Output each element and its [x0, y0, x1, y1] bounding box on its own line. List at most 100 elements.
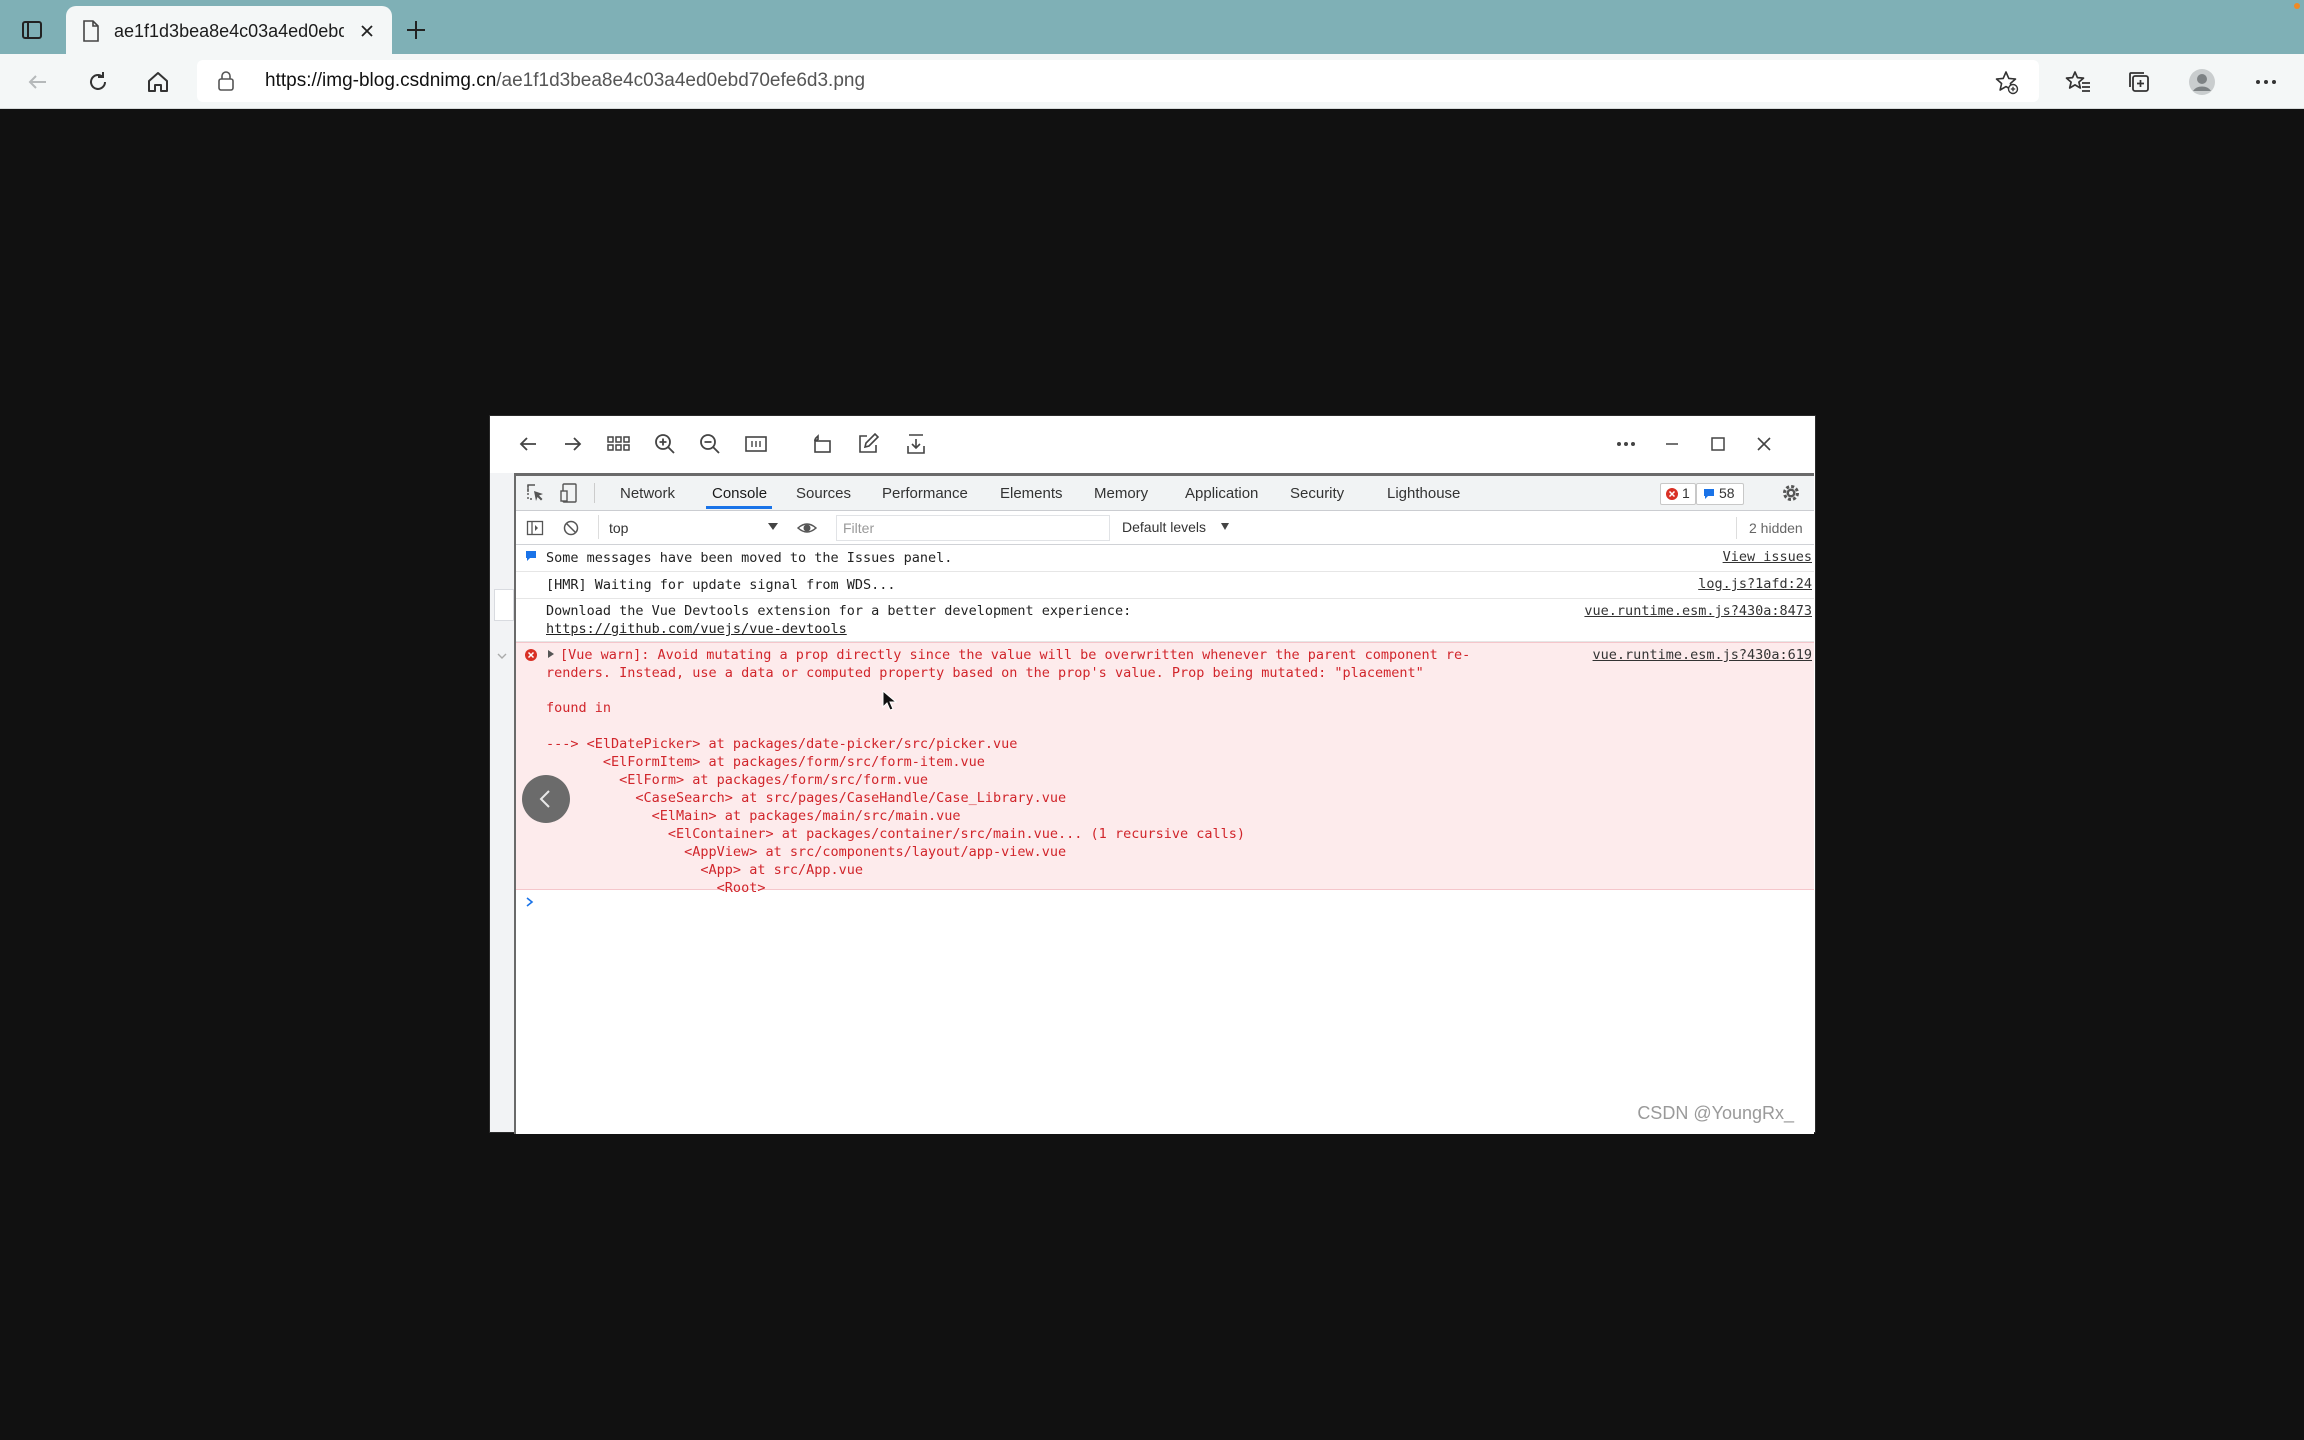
add-favorite-icon[interactable]: [1993, 69, 2019, 95]
viewer-more-icon[interactable]: [1614, 432, 1638, 456]
fit-to-window-icon[interactable]: [744, 432, 768, 456]
log-levels-dropdown[interactable]: Default levels: [1122, 515, 1242, 539]
tab-actions-icon[interactable]: [18, 16, 46, 44]
found-in-label: found in: [546, 700, 612, 716]
trace-line: <ElForm> at packages/form/src/form.vue: [546, 772, 929, 788]
mouse-cursor-icon: [882, 689, 898, 712]
url-text: https://img-blog.csdnimg.cn/ae1f1d3bea8e…: [265, 70, 865, 92]
live-expression-eye-icon[interactable]: [796, 518, 818, 538]
tab-elements[interactable]: Elements: [1000, 485, 1063, 502]
forward-arrow-icon[interactable]: [561, 432, 585, 456]
viewer-toolbar: [490, 416, 1815, 472]
error-count: 1: [1682, 485, 1690, 501]
rotate-icon[interactable]: [810, 432, 834, 456]
vue-devtools-link[interactable]: https://github.com/vuejs/vue-devtools: [546, 621, 847, 637]
view-issues-link[interactable]: View issues: [1723, 549, 1812, 565]
address-toolbar: https://img-blog.csdnimg.cn/ae1f1d3bea8e…: [0, 54, 2304, 109]
favorites-icon[interactable]: [2064, 68, 2092, 96]
device-toolbar-icon[interactable]: [560, 482, 580, 504]
context-selector[interactable]: top: [598, 515, 781, 539]
notification-dot: [2292, 0, 2302, 10]
browser-tab[interactable]: ae1f1d3bea8e4c03a4ed0ebd70efe6d3.png: [66, 6, 392, 58]
page-sliver: [490, 473, 514, 1132]
vue-devtools-message: Download the Vue Devtools extension for …: [516, 599, 1814, 642]
console-prompt[interactable]: [516, 889, 1814, 915]
issues-message: Some messages have been moved to the Iss…: [516, 545, 1814, 572]
warn-source-link[interactable]: vue.runtime.esm.js?430a:619: [1593, 647, 1812, 663]
save-download-icon[interactable]: [904, 432, 928, 456]
message-count: 58: [1719, 485, 1735, 501]
devtools-tabbar: Network Console Sources Performance Elem…: [516, 476, 1814, 511]
expand-triangle-icon[interactable]: [546, 649, 556, 659]
back-icon[interactable]: [24, 68, 52, 96]
active-tab-indicator: [706, 506, 772, 509]
edit-icon[interactable]: [856, 432, 880, 456]
trace-line: <App> at src/App.vue: [546, 862, 863, 878]
back-arrow-icon[interactable]: [516, 432, 540, 456]
tab-sources[interactable]: Sources: [796, 485, 851, 502]
gallery-grid-icon[interactable]: [606, 432, 630, 456]
warn-line-1: [Vue warn]: Avoid mutating a prop direct…: [560, 647, 1471, 663]
inspect-element-icon[interactable]: [526, 483, 546, 503]
tab-console[interactable]: Console: [712, 485, 767, 502]
zoom-out-icon[interactable]: [698, 432, 722, 456]
trace-line: <CaseSearch> at src/pages/CaseHandle/Cas…: [546, 790, 1067, 806]
previous-image-button[interactable]: [522, 775, 570, 823]
settings-gear-icon[interactable]: [1780, 482, 1802, 504]
vue-devtools-source-link[interactable]: vue.runtime.esm.js?430a:8473: [1584, 603, 1812, 619]
close-viewer-icon[interactable]: [1752, 432, 1776, 456]
image-viewer: Network Console Sources Performance Elem…: [490, 416, 1815, 1134]
devtools-panel: Network Console Sources Performance Elem…: [514, 473, 1814, 1134]
browser-tab-bar: ae1f1d3bea8e4c03a4ed0ebd70efe6d3.png: [0, 0, 2304, 58]
address-bar[interactable]: https://img-blog.csdnimg.cn/ae1f1d3bea8e…: [197, 60, 2039, 102]
new-tab-icon[interactable]: [404, 18, 428, 42]
tab-memory[interactable]: Memory: [1094, 485, 1148, 502]
zoom-in-icon[interactable]: [653, 432, 677, 456]
console-filter-bar: top Filter Default levels 2 hidden: [516, 511, 1814, 545]
chevron-left-icon: [539, 790, 550, 808]
minimize-icon[interactable]: [1660, 432, 1684, 456]
chevron-down-icon: [495, 649, 509, 663]
tab-application[interactable]: Application: [1185, 485, 1258, 502]
hidden-count: 2 hidden: [1749, 520, 1803, 536]
close-tab-icon[interactable]: [356, 20, 378, 42]
prompt-chevron-icon: [526, 897, 534, 907]
error-count-badge[interactable]: 1: [1660, 483, 1696, 505]
filter-separator: [1736, 517, 1737, 539]
tab-security[interactable]: Security: [1290, 485, 1344, 502]
trace-line: <ElContainer> at packages/container/src/…: [546, 826, 1245, 842]
filter-placeholder: Filter: [843, 520, 875, 536]
hmr-source-link[interactable]: log.js?1afd:24: [1698, 576, 1812, 592]
tabbar-separator: [594, 483, 595, 503]
watermark: CSDN @YoungRx_: [1637, 1103, 1794, 1123]
tab-lighthouse[interactable]: Lighthouse: [1387, 485, 1460, 502]
more-options-icon[interactable]: [2252, 68, 2280, 96]
page-icon: [82, 20, 100, 42]
profile-avatar-icon[interactable]: [2188, 68, 2216, 96]
sliver-box: [494, 589, 514, 621]
levels-arrow-icon: [1221, 523, 1229, 530]
log-levels-value: Default levels: [1122, 519, 1207, 535]
tab-performance[interactable]: Performance: [882, 485, 968, 502]
issues-text: Some messages have been moved to the Iss…: [546, 550, 953, 566]
error-circle-icon: [525, 649, 537, 661]
filter-input[interactable]: Filter: [836, 515, 1110, 541]
lock-icon[interactable]: [217, 71, 235, 91]
vue-warn-error: [Vue warn]: Avoid mutating a prop direct…: [516, 642, 1814, 896]
clear-console-icon[interactable]: [562, 519, 580, 537]
trace-line: <ElMain> at packages/main/src/main.vue: [546, 808, 961, 824]
refresh-icon[interactable]: [84, 68, 112, 96]
collections-icon[interactable]: [2125, 68, 2153, 96]
error-icon: [1666, 488, 1678, 500]
maximize-icon[interactable]: [1706, 432, 1730, 456]
tab-title: ae1f1d3bea8e4c03a4ed0ebd70efe6d3.png: [114, 21, 344, 41]
dropdown-arrow-icon: [768, 523, 778, 530]
show-sidebar-icon[interactable]: [526, 519, 544, 537]
message-count-badge[interactable]: 58: [1696, 483, 1744, 505]
tab-network[interactable]: Network: [620, 485, 675, 502]
url-path: /ae1f1d3bea8e4c03a4ed0ebd70efe6d3.png: [496, 70, 866, 91]
home-icon[interactable]: [144, 68, 172, 96]
context-value: top: [609, 520, 629, 536]
warn-line-2: renders. Instead, use a data or computed…: [546, 665, 1424, 681]
trace-line: <ElFormItem> at packages/form/src/form-i…: [546, 754, 985, 770]
